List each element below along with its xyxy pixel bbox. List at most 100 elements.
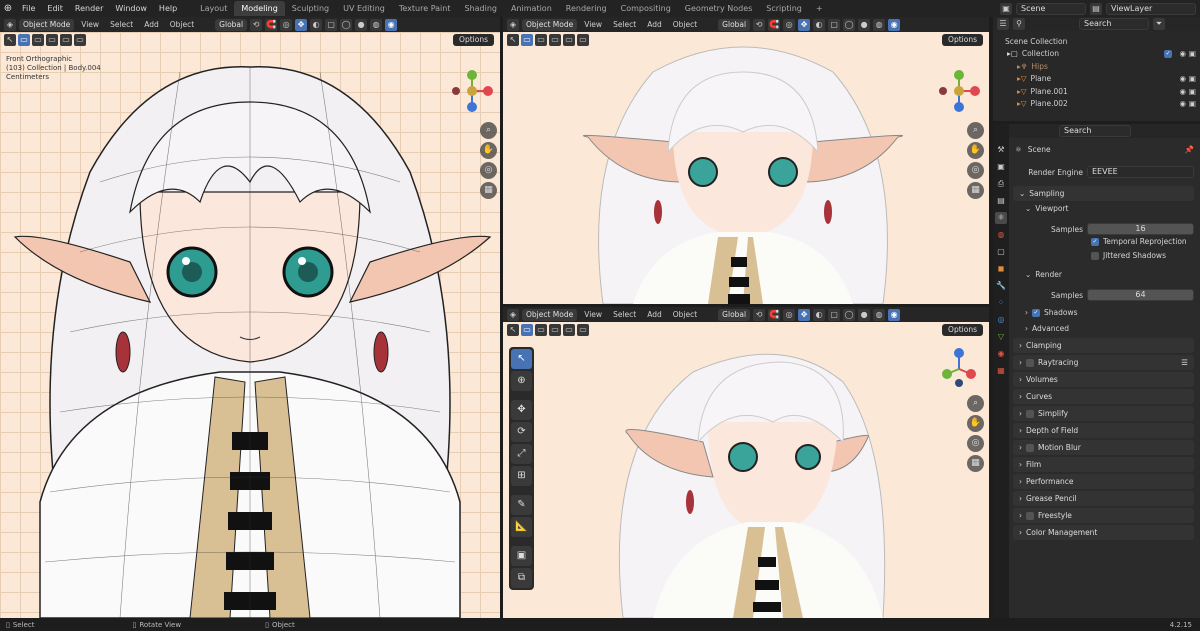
freestyle-checkbox[interactable] (1026, 511, 1034, 520)
scene-icon[interactable]: ▣ (1000, 2, 1012, 15)
menu-file[interactable]: File (16, 0, 41, 17)
scale-tool-icon[interactable]: ⤢ (511, 444, 532, 464)
navigation-gizmo[interactable] (450, 69, 494, 113)
camera-icon[interactable]: ◎ (967, 435, 984, 452)
viewport-canvas-2[interactable] (503, 32, 989, 304)
object-mode-dropdown[interactable]: Object Mode (522, 18, 578, 31)
menu-render[interactable]: Render (69, 0, 109, 17)
funnel-icon[interactable]: ⏷ (1153, 18, 1165, 30)
select-intersect-icon[interactable]: ▭ (74, 34, 86, 46)
gizmo-toggle-icon[interactable]: ✥ (798, 18, 811, 31)
options-button[interactable]: Options (942, 34, 983, 46)
output-tab-icon[interactable]: ⎙ (995, 178, 1007, 190)
panel-clamping[interactable]: › Clamping (1013, 338, 1194, 353)
panel-sampling[interactable]: ⌄ Sampling (1013, 186, 1194, 201)
filter-icon[interactable]: ⚲ (1013, 18, 1025, 30)
tool-cursor-icon[interactable]: ↖ (4, 34, 16, 46)
render-samples-field[interactable]: 64 (1087, 289, 1194, 301)
camera-render-icon[interactable]: ▣ (1189, 49, 1196, 58)
select-invert-icon[interactable]: ▭ (60, 34, 72, 46)
object-mode-dropdown[interactable]: Object Mode (19, 18, 75, 31)
modifier-tab-icon[interactable]: 🔧 (995, 280, 1007, 292)
pin-icon[interactable]: 📌 (1185, 145, 1194, 154)
panel-performance[interactable]: › Performance (1013, 474, 1194, 489)
rotate-tool-icon[interactable]: ⟳ (511, 422, 532, 442)
tab-sculpting[interactable]: Sculpting (285, 1, 336, 16)
select-subtract-icon[interactable]: ▭ (549, 324, 561, 336)
zoom-icon[interactable]: ⌕ (967, 395, 984, 412)
select-extend-icon[interactable]: ▭ (535, 324, 547, 336)
shading-material-icon[interactable]: ◍ (370, 18, 383, 31)
viewport-canvas-3[interactable] (503, 322, 989, 618)
tab-geometry-nodes[interactable]: Geometry Nodes (678, 1, 759, 16)
eye-icon[interactable]: ◉ (1179, 74, 1186, 83)
select-box-icon[interactable]: ▭ (521, 324, 533, 336)
menu-select[interactable]: Select (106, 20, 137, 29)
add-workspace-button[interactable]: + (809, 1, 830, 16)
select-box-icon[interactable]: ▭ (521, 34, 533, 46)
editor-type-icon[interactable]: ◈ (4, 18, 16, 31)
pivot-icon[interactable]: ⟲ (753, 308, 766, 321)
select-box-icon[interactable]: ▭ (18, 34, 30, 46)
editor-type-icon[interactable]: ◈ (507, 18, 519, 31)
data-tab-icon[interactable]: ▽ (995, 331, 1007, 343)
panel-grease-pencil[interactable]: › Grease Pencil (1013, 491, 1194, 506)
collection-exclude-checkbox[interactable]: ✓ (1164, 49, 1172, 58)
select-extend-icon[interactable]: ▭ (535, 34, 547, 46)
shadows-checkbox[interactable]: ✓ (1032, 308, 1040, 317)
shading-rendered-icon[interactable]: ◉ (888, 18, 901, 31)
menu-add[interactable]: Add (643, 310, 666, 319)
outliner-row-collection[interactable]: ▸▢ Collection ✓ ◉ ▣ (993, 48, 1200, 61)
zoom-icon[interactable]: ⌕ (967, 122, 984, 139)
eye-icon[interactable]: ◉ (1179, 99, 1186, 108)
tab-layout[interactable]: Layout (193, 1, 234, 16)
grid-icon[interactable]: ▦ (480, 182, 497, 199)
camera-render-icon[interactable]: ▣ (1189, 74, 1196, 83)
tab-uv-editing[interactable]: UV Editing (336, 1, 392, 16)
menu-edit[interactable]: Edit (41, 0, 69, 17)
outliner-search-input[interactable]: Search (1079, 18, 1149, 30)
outliner-row-plane-002[interactable]: ▸▽ Plane.002 ◉ ▣ (993, 98, 1200, 111)
raytracing-checkbox[interactable] (1026, 358, 1034, 367)
overlay-toggle-icon[interactable]: ◐ (813, 18, 826, 31)
menu-object[interactable]: Object (669, 20, 701, 29)
viewport-canvas[interactable] (0, 32, 500, 618)
proportional-edit-icon[interactable]: ◎ (280, 18, 293, 31)
navigation-gizmo[interactable] (937, 69, 981, 113)
pan-hand-icon[interactable]: ✋ (967, 415, 984, 432)
object-tab-icon[interactable]: ◼ (995, 263, 1007, 275)
shading-solid-icon[interactable]: ● (355, 18, 368, 31)
select-intersect-icon[interactable]: ▭ (577, 34, 589, 46)
jittered-shadows-checkbox[interactable] (1091, 251, 1099, 260)
pivot-icon[interactable]: ⟲ (753, 18, 766, 31)
xray-icon[interactable]: ▢ (325, 18, 338, 31)
tab-texture-paint[interactable]: Texture Paint (392, 1, 458, 16)
menu-select[interactable]: Select (609, 310, 640, 319)
add-cube-tool-icon[interactable]: ▣ (511, 546, 532, 566)
shading-wireframe-icon[interactable]: ◯ (340, 18, 353, 31)
options-button[interactable]: Options (942, 324, 983, 336)
physics-tab-icon[interactable]: ◎ (995, 314, 1007, 326)
camera-icon[interactable]: ◎ (967, 162, 984, 179)
zoom-icon[interactable]: ⌕ (480, 122, 497, 139)
shading-wireframe-icon[interactable]: ◯ (843, 18, 856, 31)
menu-window[interactable]: Window (109, 0, 153, 17)
particles-tab-icon[interactable]: ⁘ (995, 297, 1007, 309)
camera-render-icon[interactable]: ▣ (1189, 99, 1196, 108)
shading-solid-icon[interactable]: ● (858, 308, 871, 321)
shading-wireframe-icon[interactable]: ◯ (843, 308, 856, 321)
options-button[interactable]: Options (453, 34, 494, 46)
menu-view[interactable]: View (77, 20, 103, 29)
outliner-editor-icon[interactable]: ☰ (997, 18, 1009, 30)
measure-tool-icon[interactable]: 📐 (511, 517, 532, 537)
menu-object[interactable]: Object (669, 310, 701, 319)
transform-tool-icon[interactable]: ⊞ (511, 466, 532, 486)
select-tool-icon[interactable]: ↖ (511, 349, 532, 369)
editor-type-icon[interactable]: ◈ (507, 308, 519, 321)
menu-select[interactable]: Select (609, 20, 640, 29)
shading-rendered-icon[interactable]: ◉ (888, 308, 901, 321)
outliner-row-hips[interactable]: ▸♆ Hips (993, 60, 1200, 73)
select-subtract-icon[interactable]: ▭ (549, 34, 561, 46)
navigation-gizmo[interactable] (937, 347, 981, 391)
add-cube-alt-tool-icon[interactable]: ⧉ (511, 568, 532, 588)
